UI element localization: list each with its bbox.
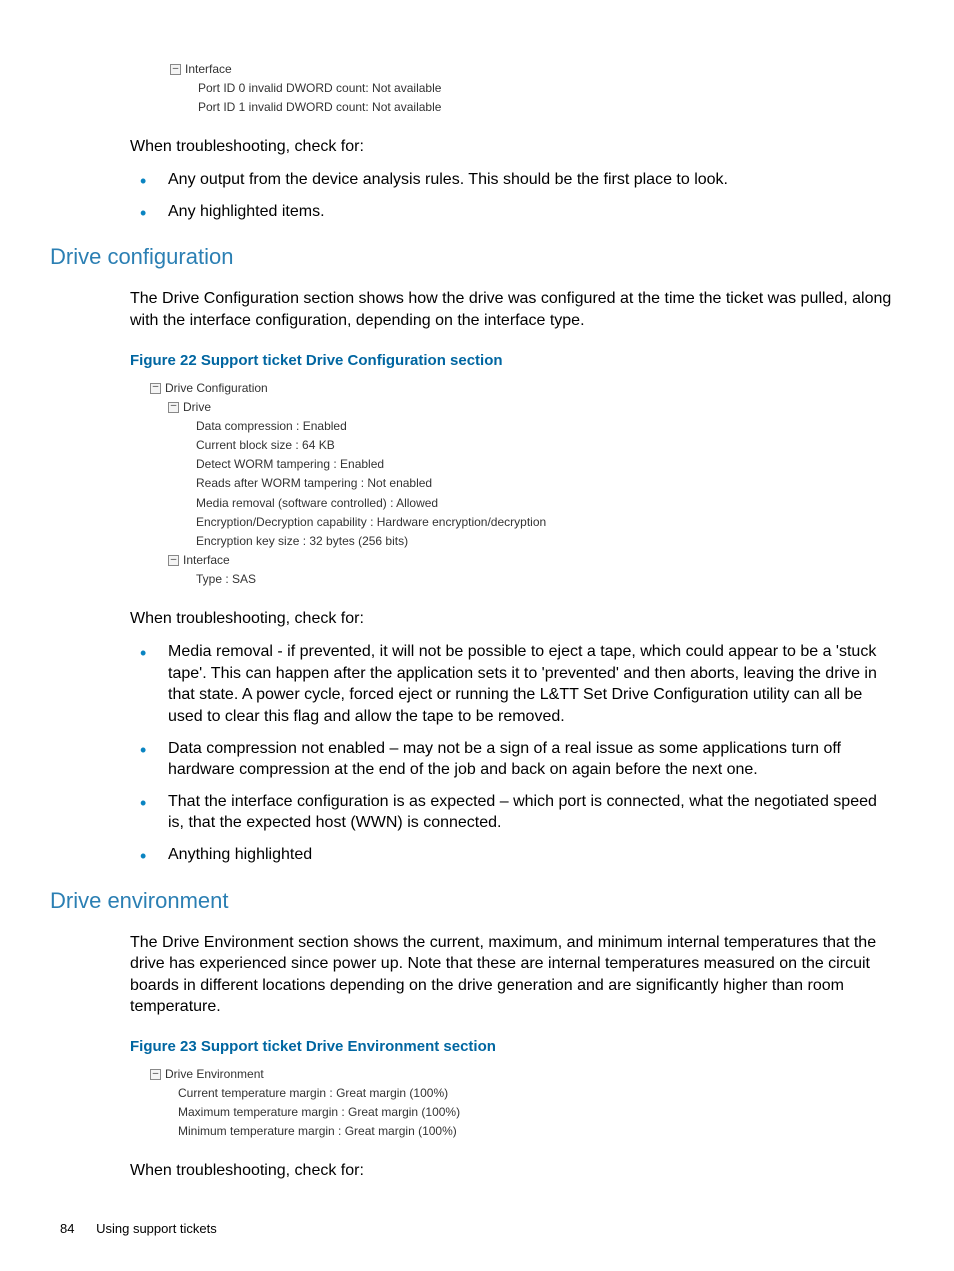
bullet-list: Any output from the device analysis rule…: [130, 169, 894, 222]
tree-leaf: Encryption/Decryption capability : Hardw…: [196, 513, 894, 532]
section-heading-drive-env: Drive environment: [50, 888, 894, 914]
tree-leaf: Port ID 0 invalid DWORD count: Not avail…: [198, 79, 894, 98]
tree-leaf: Current temperature margin : Great margi…: [178, 1084, 894, 1103]
tree-node-label: Interface: [185, 60, 232, 79]
tree-leaf: Media removal (software controlled) : Al…: [196, 494, 894, 513]
paragraph: When troubleshooting, check for:: [130, 1160, 894, 1182]
paragraph: When troubleshooting, check for:: [130, 608, 894, 630]
paragraph: The Drive Configuration section shows ho…: [130, 288, 894, 331]
tree-node-label: Drive Configuration: [165, 379, 268, 398]
tree-leaf: Encryption key size : 32 bytes (256 bits…: [196, 532, 894, 551]
footer-title: Using support tickets: [96, 1221, 217, 1236]
collapse-icon[interactable]: [150, 1069, 161, 1080]
section-heading-drive-config: Drive configuration: [50, 244, 894, 270]
list-item: Any highlighted items.: [130, 201, 894, 223]
list-item: Anything highlighted: [130, 844, 894, 866]
list-item: That the interface configuration is as e…: [130, 791, 894, 834]
tree-drive-env: Drive Environment Current temperature ma…: [150, 1065, 894, 1142]
tree-leaf: Maximum temperature margin : Great margi…: [178, 1103, 894, 1122]
collapse-icon[interactable]: [168, 402, 179, 413]
tree-leaf: Type : SAS: [196, 570, 894, 589]
collapse-icon[interactable]: [170, 64, 181, 75]
tree-drive-config: Drive Configuration Drive Data compressi…: [150, 379, 894, 590]
tree-leaf: Data compression : Enabled: [196, 417, 894, 436]
figure-caption: Figure 22 Support ticket Drive Configura…: [130, 352, 894, 369]
tree-node-label: Drive Environment: [165, 1065, 264, 1084]
tree-node-label: Drive: [183, 398, 211, 417]
page-number: 84: [60, 1221, 74, 1236]
bullet-list: Media removal - if prevented, it will no…: [130, 641, 894, 865]
tree-leaf: Minimum temperature margin : Great margi…: [178, 1122, 894, 1141]
paragraph: When troubleshooting, check for:: [130, 136, 894, 158]
list-item: Media removal - if prevented, it will no…: [130, 641, 894, 727]
tree-leaf: Port ID 1 invalid DWORD count: Not avail…: [198, 98, 894, 117]
tree-leaf: Reads after WORM tampering : Not enabled: [196, 474, 894, 493]
tree-leaf: Detect WORM tampering : Enabled: [196, 455, 894, 474]
list-item: Any output from the device analysis rule…: [130, 169, 894, 191]
paragraph: The Drive Environment section shows the …: [130, 932, 894, 1018]
page-footer: 84 Using support tickets: [60, 1221, 217, 1236]
tree-node-label: Interface: [183, 551, 230, 570]
list-item: Data compression not enabled – may not b…: [130, 738, 894, 781]
figure-caption: Figure 23 Support ticket Drive Environme…: [130, 1038, 894, 1055]
collapse-icon[interactable]: [168, 555, 179, 566]
tree-interface: Interface Port ID 0 invalid DWORD count:…: [170, 60, 894, 118]
tree-leaf: Current block size : 64 KB: [196, 436, 894, 455]
collapse-icon[interactable]: [150, 383, 161, 394]
